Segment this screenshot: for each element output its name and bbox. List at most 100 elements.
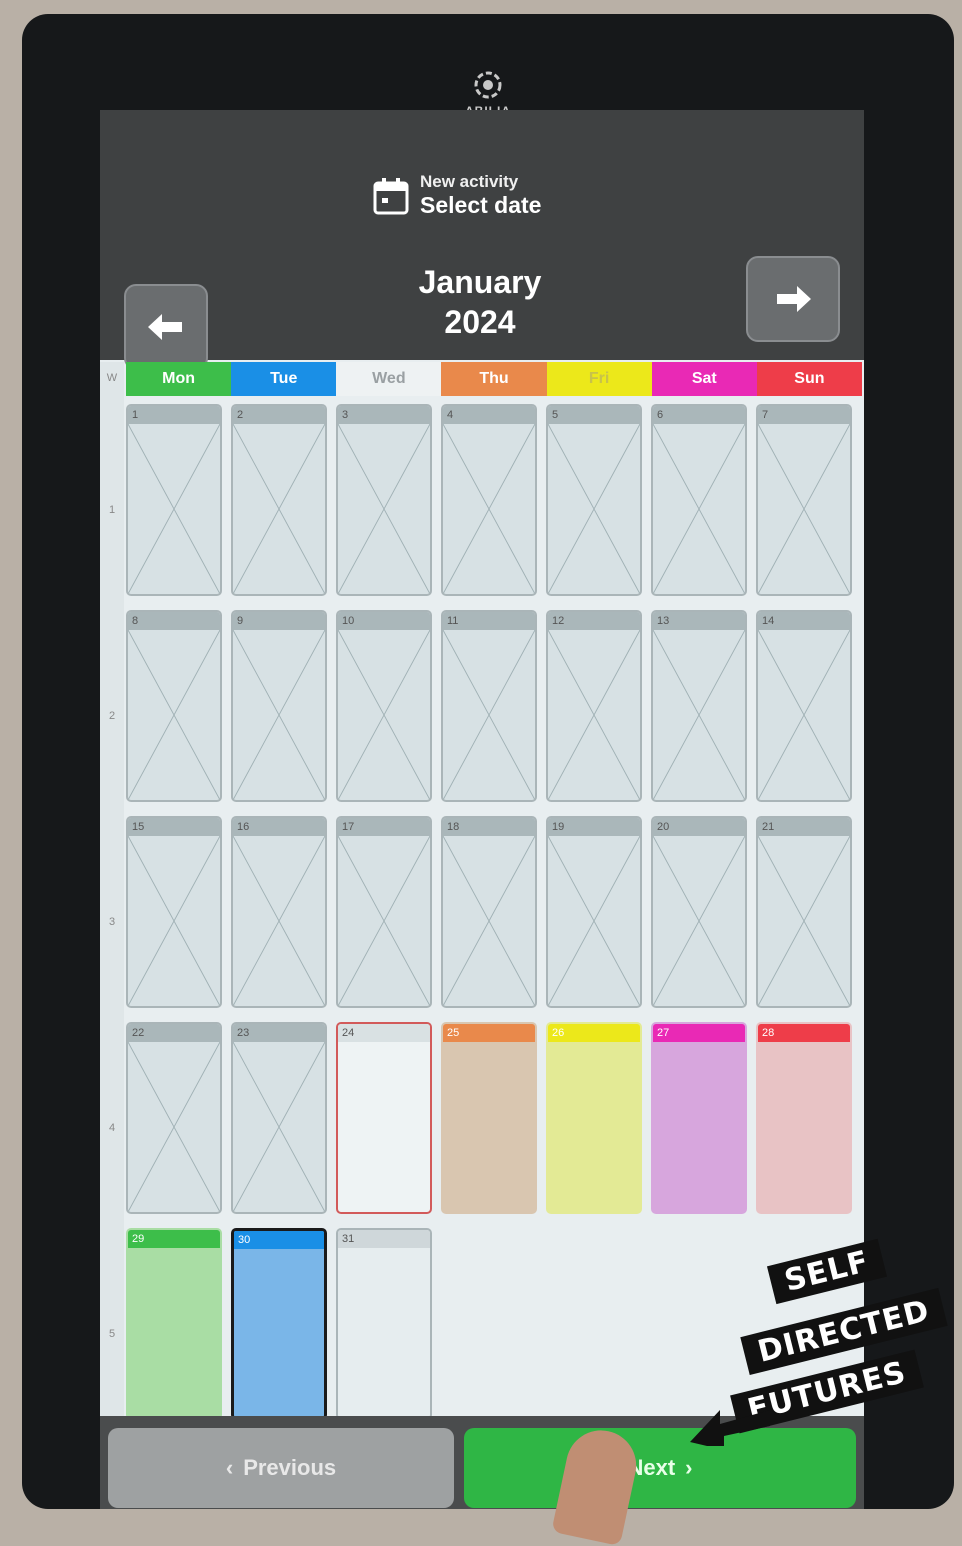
- top-bar: New activity Select date January 2024: [100, 110, 864, 370]
- year-label: 2024: [444, 304, 516, 340]
- day-cell-27[interactable]: 27: [651, 1022, 747, 1214]
- unavailable-cross-icon: [338, 836, 430, 1006]
- watermark-logo: SELF DIRECTED FUTURES: [690, 1200, 962, 1460]
- unavailable-cross-icon: [548, 836, 640, 1006]
- weekday-sat: Sat: [651, 362, 757, 396]
- day-cell-17: 17: [336, 816, 432, 1008]
- week-number: 4: [108, 1122, 116, 1134]
- day-cell-24[interactable]: 24: [336, 1022, 432, 1214]
- day-number: 26: [548, 1024, 640, 1042]
- day-number: 15: [128, 818, 220, 836]
- calendar-icon: [373, 177, 409, 214]
- day-cell-7: 7: [756, 404, 852, 596]
- day-cell-5: 5: [546, 404, 642, 596]
- day-number: 31: [338, 1230, 430, 1248]
- weekday-tue: Tue: [231, 362, 337, 396]
- day-cell-29[interactable]: 29: [126, 1228, 222, 1420]
- weekday-header: Mon Tue Wed Thu Fri Sat Sun: [126, 362, 862, 396]
- week-number: W: [106, 372, 118, 384]
- day-cell-18: 18: [441, 816, 537, 1008]
- day-cell-3: 3: [336, 404, 432, 596]
- day-cell-21: 21: [756, 816, 852, 1008]
- previous-button[interactable]: ‹ Previous: [108, 1428, 454, 1508]
- unavailable-cross-icon: [128, 1042, 220, 1212]
- unavailable-cross-icon: [653, 424, 745, 594]
- day-number: 11: [443, 612, 535, 630]
- watermark-arrow-icon: [690, 1410, 770, 1446]
- dialog-title: Select date: [420, 192, 542, 218]
- day-number: 22: [128, 1024, 220, 1042]
- day-cell-22: 22: [126, 1022, 222, 1214]
- week-number-column: W 1 2 3 4 5: [100, 362, 124, 1442]
- day-cell-31[interactable]: 31: [336, 1228, 432, 1420]
- day-cell-2: 2: [231, 404, 327, 596]
- day-number: 17: [338, 818, 430, 836]
- unavailable-cross-icon: [233, 630, 325, 800]
- arrow-left-icon: [148, 314, 182, 340]
- dialog-header: New activity Select date: [372, 172, 541, 219]
- day-number: 10: [338, 612, 430, 630]
- day-number: 29: [128, 1230, 220, 1248]
- day-cell-16: 16: [231, 816, 327, 1008]
- day-cell-28[interactable]: 28: [756, 1022, 852, 1214]
- day-number: 23: [233, 1024, 325, 1042]
- unavailable-cross-icon: [758, 630, 850, 800]
- day-number: 3: [338, 406, 430, 424]
- day-number: 16: [233, 818, 325, 836]
- day-number: 8: [128, 612, 220, 630]
- day-cell-10: 10: [336, 610, 432, 802]
- chevron-left-icon: ‹: [225, 1455, 234, 1480]
- day-cell-12: 12: [546, 610, 642, 802]
- next-month-button[interactable]: [746, 256, 840, 342]
- day-number: 28: [758, 1024, 850, 1042]
- day-cell-9: 9: [231, 610, 327, 802]
- unavailable-cross-icon: [758, 836, 850, 1006]
- unavailable-cross-icon: [233, 1042, 325, 1212]
- weekday-sun: Sun: [756, 362, 862, 396]
- unavailable-cross-icon: [338, 630, 430, 800]
- previous-month-button[interactable]: [124, 284, 208, 370]
- day-cell-23: 23: [231, 1022, 327, 1214]
- day-cell-13: 13: [651, 610, 747, 802]
- unavailable-cross-icon: [128, 630, 220, 800]
- day-cell-26[interactable]: 26: [546, 1022, 642, 1214]
- weekday-thu: Thu: [441, 362, 547, 396]
- day-cell-6: 6: [651, 404, 747, 596]
- day-cell-11: 11: [441, 610, 537, 802]
- abilia-logo-icon: [474, 71, 502, 99]
- day-number: 30: [234, 1231, 324, 1249]
- unavailable-cross-icon: [548, 630, 640, 800]
- month-label: January: [418, 264, 542, 300]
- day-number: 27: [653, 1024, 745, 1042]
- day-number: 25: [443, 1024, 535, 1042]
- day-number: 1: [128, 406, 220, 424]
- day-cell-30[interactable]: 30: [231, 1228, 327, 1420]
- week-number: 1: [108, 504, 116, 516]
- watermark-line-1: SELF: [766, 1238, 887, 1305]
- day-cell-25[interactable]: 25: [441, 1022, 537, 1214]
- unavailable-cross-icon: [758, 424, 850, 594]
- day-number: 5: [548, 406, 640, 424]
- day-number: 21: [758, 818, 850, 836]
- day-number: 20: [653, 818, 745, 836]
- day-cell-4: 4: [441, 404, 537, 596]
- day-cell-19: 19: [546, 816, 642, 1008]
- dialog-subtitle: New activity: [420, 172, 519, 191]
- unavailable-cross-icon: [338, 424, 430, 594]
- day-cell-8: 8: [126, 610, 222, 802]
- unavailable-cross-icon: [128, 424, 220, 594]
- week-number: 3: [108, 916, 116, 928]
- unavailable-cross-icon: [443, 836, 535, 1006]
- day-number: 19: [548, 818, 640, 836]
- weekday-fri: Fri: [546, 362, 652, 396]
- unavailable-cross-icon: [443, 424, 535, 594]
- day-number: 2: [233, 406, 325, 424]
- unavailable-cross-icon: [233, 836, 325, 1006]
- week-number: 2: [108, 710, 116, 722]
- day-cell-14: 14: [756, 610, 852, 802]
- previous-button-label: Previous: [243, 1455, 337, 1480]
- day-cell-20: 20: [651, 816, 747, 1008]
- day-number: 7: [758, 406, 850, 424]
- day-number: 4: [443, 406, 535, 424]
- arrow-right-icon: [777, 286, 811, 312]
